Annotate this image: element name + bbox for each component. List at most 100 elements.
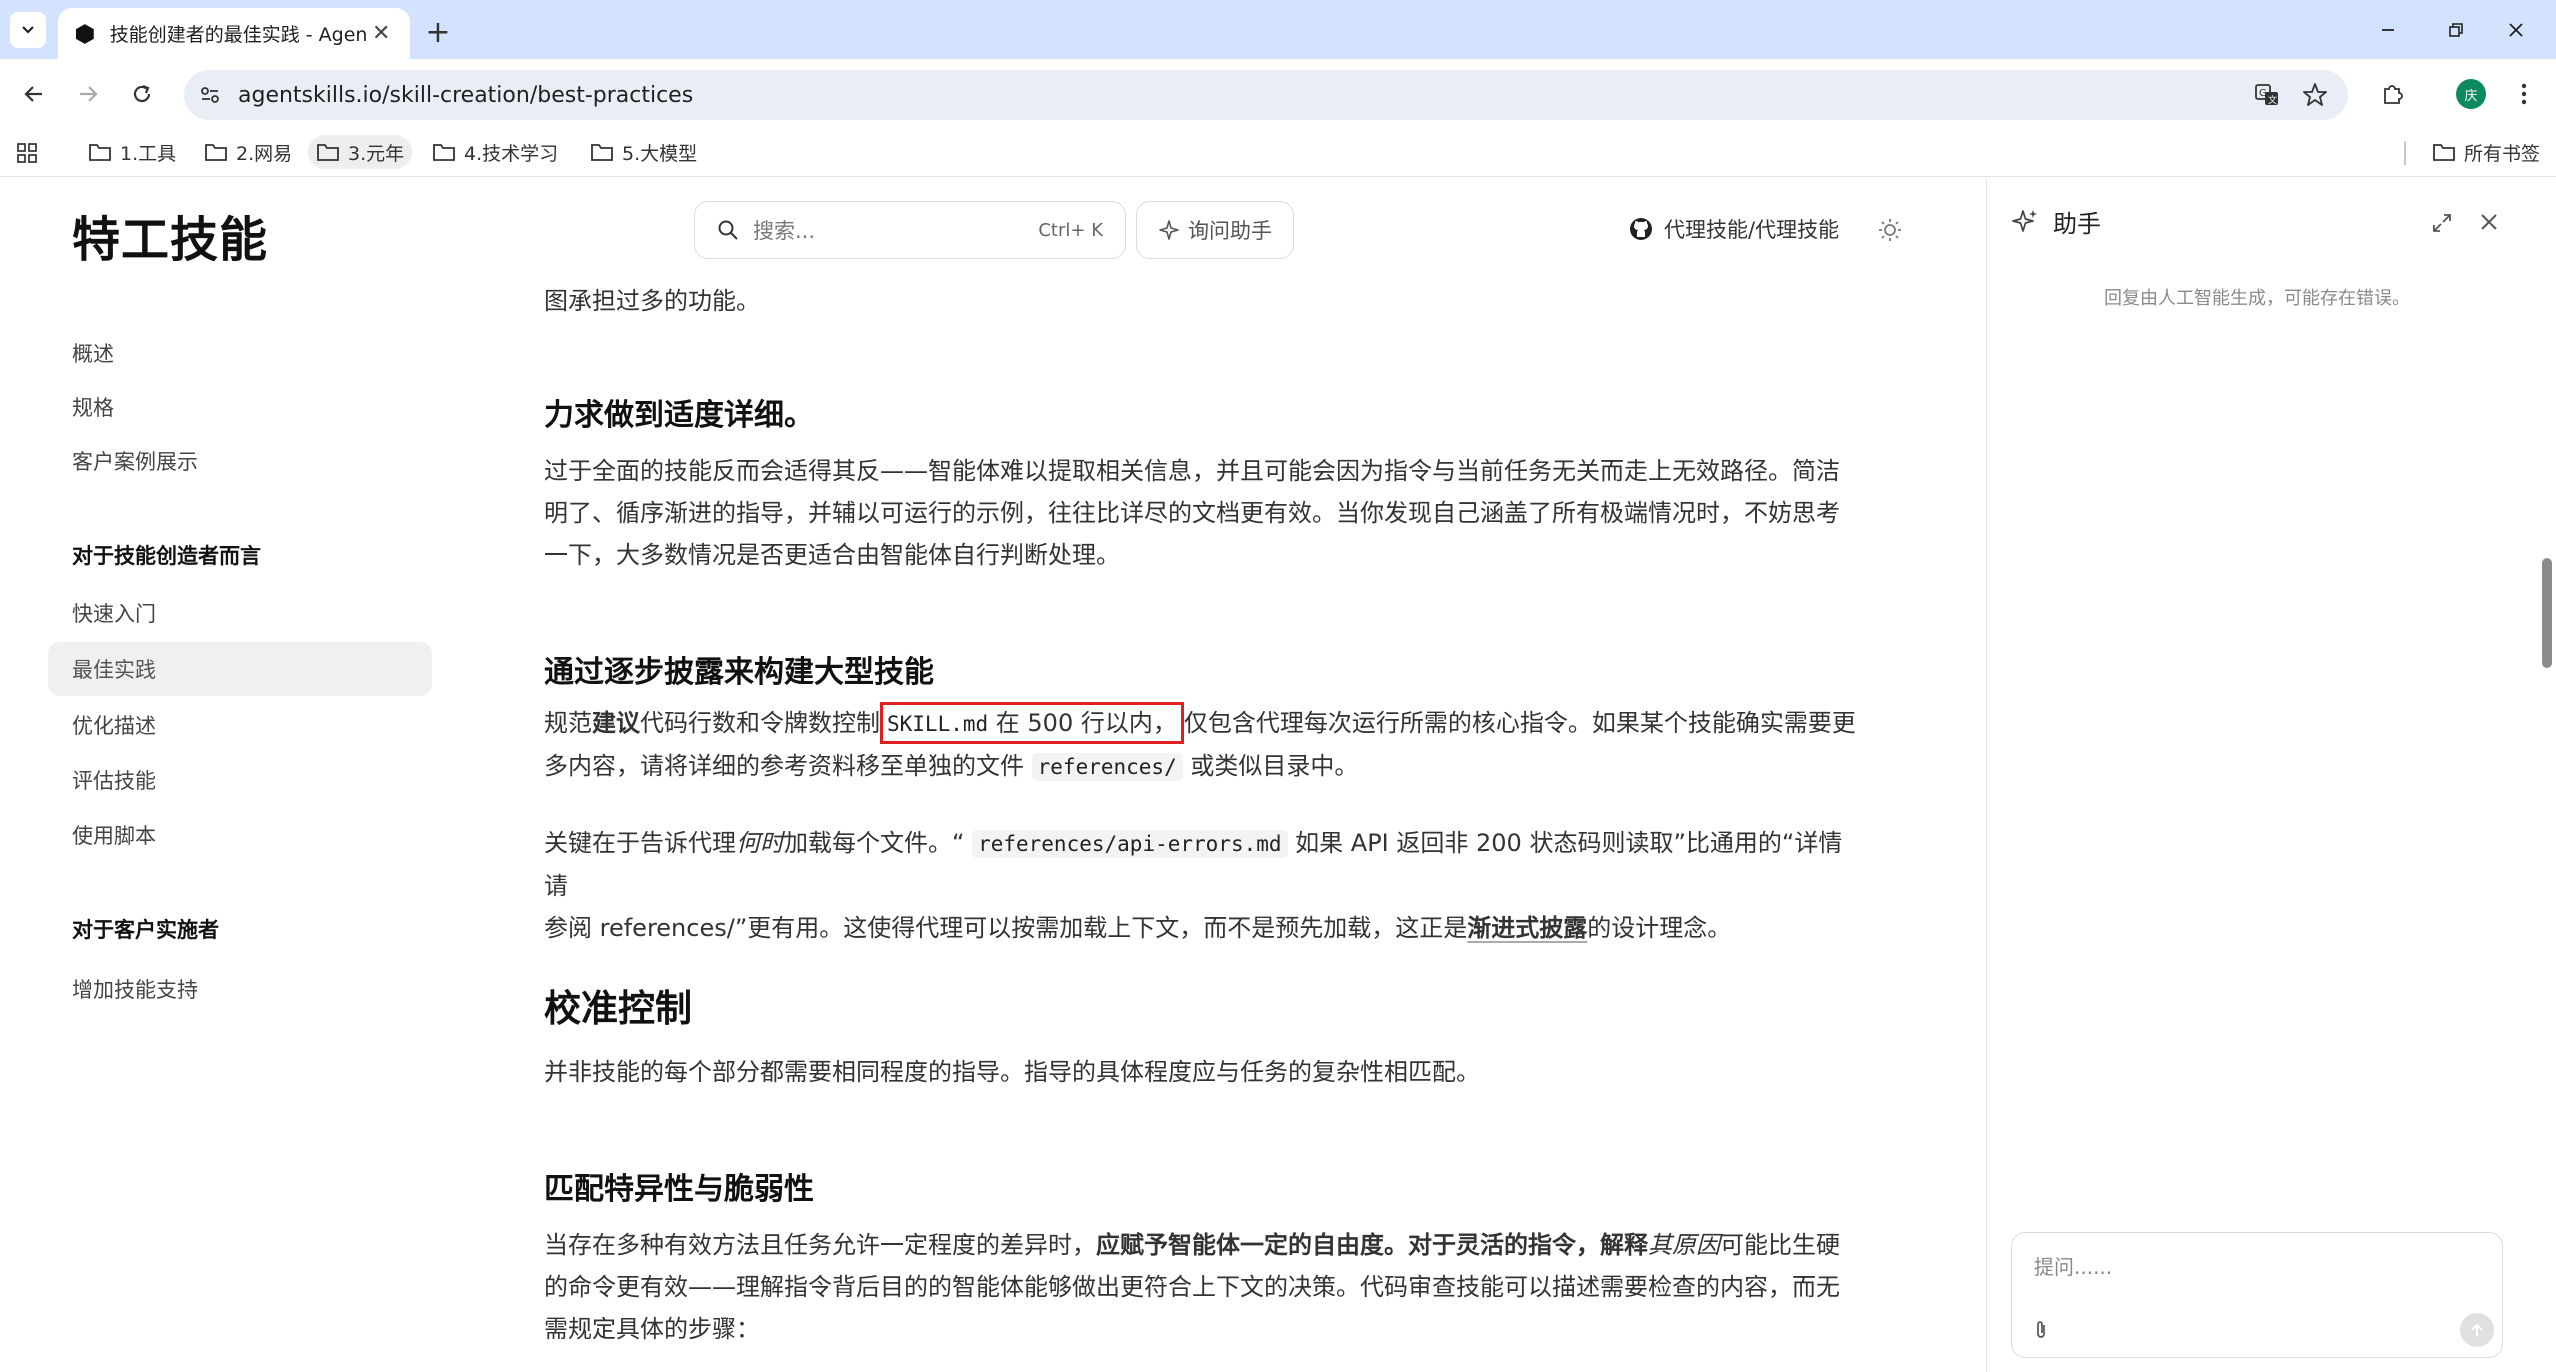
- progressive-disclosure-link[interactable]: 渐进式披露: [1467, 914, 1587, 942]
- italic-text: 其原因: [1648, 1231, 1720, 1259]
- sparkle-icon: [1159, 220, 1179, 240]
- sidebar-item-overview[interactable]: 概述: [48, 326, 432, 380]
- paragraph-when-to-load: 关键在于告诉代理何时加载每个文件。“ references/api-errors…: [544, 822, 1864, 949]
- assistant-title: 助手: [2053, 210, 2101, 238]
- close-icon: [2481, 214, 2497, 230]
- back-button[interactable]: [16, 76, 52, 112]
- theme-toggle-button[interactable]: [1874, 214, 1906, 246]
- browser-tab-active[interactable]: 技能创建者的最佳实践 - Agent ✕: [58, 8, 410, 59]
- bookmark-label: 2.网易: [236, 142, 293, 165]
- address-bar[interactable]: agentskills.io/skill-creation/best-pract…: [184, 70, 2348, 120]
- bookmark-folder-2[interactable]: 2.网易: [196, 135, 300, 169]
- bookmark-label: 1.工具: [120, 142, 177, 165]
- text-span: 当存在多种有效方法且任务允许一定程度的差异时，: [544, 1231, 1096, 1259]
- bookmark-folder-1[interactable]: 1.工具: [80, 135, 184, 169]
- sidebar-section-clients: 对于客户实施者: [72, 918, 219, 942]
- sidebar-item-use-scripts[interactable]: 使用脚本: [48, 808, 432, 862]
- assistant-close-button[interactable]: [2473, 206, 2505, 238]
- search-shortcut: Ctrl+ K: [1038, 219, 1103, 241]
- sparkle-icon: [2012, 209, 2037, 232]
- assistant-panel: 助手 回复由人工智能生成，可能存在错误。 提问......: [1986, 178, 2556, 1372]
- minimize-button[interactable]: [2368, 14, 2408, 46]
- paragraph-line: 过于全面的技能反而会适得其反——智能体难以提取相关信息，并且可能会因为指令与当前…: [544, 457, 1840, 485]
- close-icon: [2509, 23, 2523, 37]
- tab-search-button[interactable]: [10, 12, 46, 48]
- github-icon: [1630, 218, 1652, 240]
- chevron-down-icon: [22, 26, 34, 34]
- text-span: 规范: [544, 709, 592, 737]
- folder-icon: [89, 144, 111, 161]
- browser-menu-button[interactable]: [2506, 76, 2542, 112]
- restore-button[interactable]: [2436, 14, 2476, 46]
- bookmark-folder-3[interactable]: 3.元年: [308, 135, 413, 169]
- assistant-expand-button[interactable]: [2427, 208, 2457, 238]
- paragraph-line: 明了、循序渐进的指导，并辅以可运行的示例，往往比详尽的文档更有效。当你发现自己涵…: [544, 499, 1840, 527]
- page-scrollbar-thumb[interactable]: [2542, 558, 2552, 668]
- arrow-up-icon: [2471, 1323, 2483, 1336]
- paragraph-line: 当存在多种有效方法且任务允许一定程度的差异时，应赋予智能体一定的自由度。对于灵活…: [544, 1224, 1864, 1266]
- apps-grid-icon[interactable]: [16, 142, 38, 164]
- send-button[interactable]: [2460, 1313, 2494, 1347]
- paragraph-line: 参阅 references/”更有用。这使得代理可以按需加载上下文，而不是预先加…: [544, 907, 1864, 949]
- github-repo-link[interactable]: 代理技能/代理技能: [1628, 214, 1839, 244]
- close-window-button[interactable]: [2496, 14, 2536, 46]
- bookmark-folder-5[interactable]: 5.大模型: [582, 135, 705, 169]
- text-span: 加载每个文件。“: [784, 829, 965, 857]
- folder-icon: [2433, 144, 2455, 161]
- paragraph-specificity: 当存在多种有效方法且任务允许一定程度的差异时，应赋予智能体一定的自由度。对于灵活…: [544, 1224, 1864, 1350]
- text-span: 可能比生硬: [1720, 1231, 1840, 1259]
- assistant-question-input[interactable]: 提问......: [2011, 1232, 2503, 1358]
- paragraph-line: 关键在于告诉代理何时加载每个文件。“ references/api-errors…: [544, 822, 1864, 907]
- github-label: 代理技能/代理技能: [1664, 218, 1840, 242]
- translate-icon[interactable]: G文: [2254, 82, 2280, 108]
- bold-text: 应赋予智能体一定的自由度。对于灵活的指令，解释: [1096, 1231, 1648, 1259]
- text-span: 代码行数和令牌数控制: [640, 709, 880, 737]
- paragraph-calibrate: 并非技能的每个部分都需要相同程度的指导。指导的具体程度应与任务的复杂性相匹配。: [544, 1058, 1480, 1086]
- sidebar-section-creators: 对于技能创造者而言: [72, 544, 261, 568]
- text-span: 关键在于告诉代理: [544, 829, 736, 857]
- assistant-input-placeholder: 提问......: [2034, 1255, 2113, 1279]
- all-bookmarks-button[interactable]: 所有书签: [2424, 135, 2548, 169]
- paragraph-skill-size: 规范建议代码行数和令牌数控制 SKILL.md 在 500 行以内， 仅包含代理每次…: [544, 702, 1864, 788]
- italic-text: 何时: [736, 829, 784, 857]
- reload-button[interactable]: [124, 76, 160, 112]
- site-info-icon[interactable]: [198, 83, 222, 107]
- site-search-input[interactable]: 搜索... Ctrl+ K: [694, 201, 1126, 259]
- text-span: 参阅 references/”更有用。这使得代理可以按需加载上下文，而不是预先加…: [544, 914, 1468, 942]
- sidebar-item-evaluate-skills[interactable]: 评估技能: [48, 753, 432, 807]
- sidebar-item-add-skill-support[interactable]: 增加技能支持: [48, 962, 432, 1016]
- paperclip-icon: [2037, 1321, 2045, 1338]
- sun-icon: [1879, 219, 1901, 241]
- folder-icon: [591, 144, 613, 161]
- arrow-right-icon: [80, 86, 98, 102]
- extensions-button[interactable]: [2374, 76, 2410, 112]
- ask-assistant-label: 询问助手: [1188, 219, 1272, 243]
- tab-title: 技能创建者的最佳实践 - Agent: [109, 24, 369, 46]
- attach-button[interactable]: [2026, 1315, 2056, 1345]
- sidebar-item-best-practices[interactable]: 最佳实践: [48, 642, 432, 696]
- sidebar-item-optimize-descriptions[interactable]: 优化描述: [48, 698, 432, 752]
- profile-avatar[interactable]: 庆: [2456, 79, 2486, 109]
- site-logo[interactable]: 特工技能: [72, 200, 268, 270]
- assistant-header: 助手: [2011, 204, 2101, 239]
- tab-close-icon[interactable]: ✕: [368, 21, 394, 47]
- bookmark-folder-4[interactable]: 4.技术学习: [424, 135, 566, 169]
- heading-progressive-disclosure: 通过逐步披露来构建大型技能: [544, 655, 934, 690]
- inline-code: references/api-errors.md: [972, 830, 1288, 858]
- forward-button[interactable]: [70, 76, 106, 112]
- tab-strip: 技能创建者的最佳实践 - Agent ✕ +: [0, 0, 2556, 59]
- bookmark-label: 4.技术学习: [464, 142, 559, 165]
- arrow-left-icon: [24, 86, 42, 102]
- sidebar-item-showcase[interactable]: 客户案例展示: [48, 434, 432, 488]
- folder-icon: [433, 144, 455, 161]
- folder-icon: [317, 144, 339, 161]
- sidebar-item-spec[interactable]: 规格: [48, 380, 432, 434]
- sidebar-item-quickstart[interactable]: 快速入门: [48, 586, 432, 640]
- new-tab-button[interactable]: +: [420, 14, 456, 50]
- ask-assistant-button[interactable]: 询问助手: [1136, 201, 1294, 259]
- bookmarks-bar: 1.工具 2.网易 3.元年 4.技术学习 5.大模型 所有书签: [0, 129, 2556, 177]
- text-span: 的设计理念。: [1587, 914, 1732, 942]
- paragraph-line: 规范建议代码行数和令牌数控制 SKILL.md 在 500 行以内， 仅包含代理每次…: [544, 702, 1864, 745]
- restore-icon: [2449, 23, 2463, 37]
- bookmark-star-icon[interactable]: [2302, 82, 2328, 108]
